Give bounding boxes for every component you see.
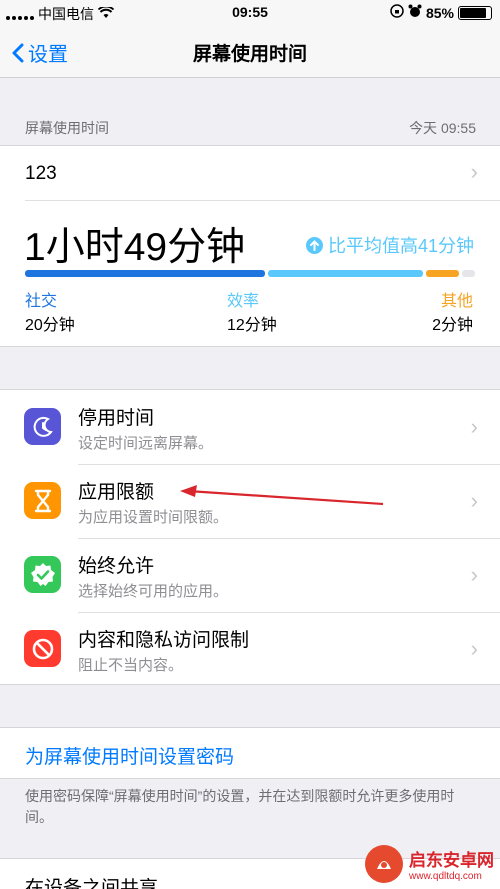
watermark-logo-icon	[365, 845, 403, 883]
watermark: 启东安卓网 www.qdltdq.com	[363, 843, 494, 885]
watermark-text: 启东安卓网	[409, 851, 494, 870]
passcode-footnote: 使用密码保障“屏幕使用时间”的设置，并在达到限额时允许更多使用时间。	[25, 788, 455, 825]
watermark-url: www.qdltdq.com	[409, 871, 482, 882]
set-passcode-link[interactable]: 为屏幕使用时间设置密码	[25, 742, 234, 769]
share-label: 在设备之间共享	[25, 878, 159, 889]
passcode-row[interactable]: 为屏幕使用时间设置密码	[0, 727, 500, 779]
